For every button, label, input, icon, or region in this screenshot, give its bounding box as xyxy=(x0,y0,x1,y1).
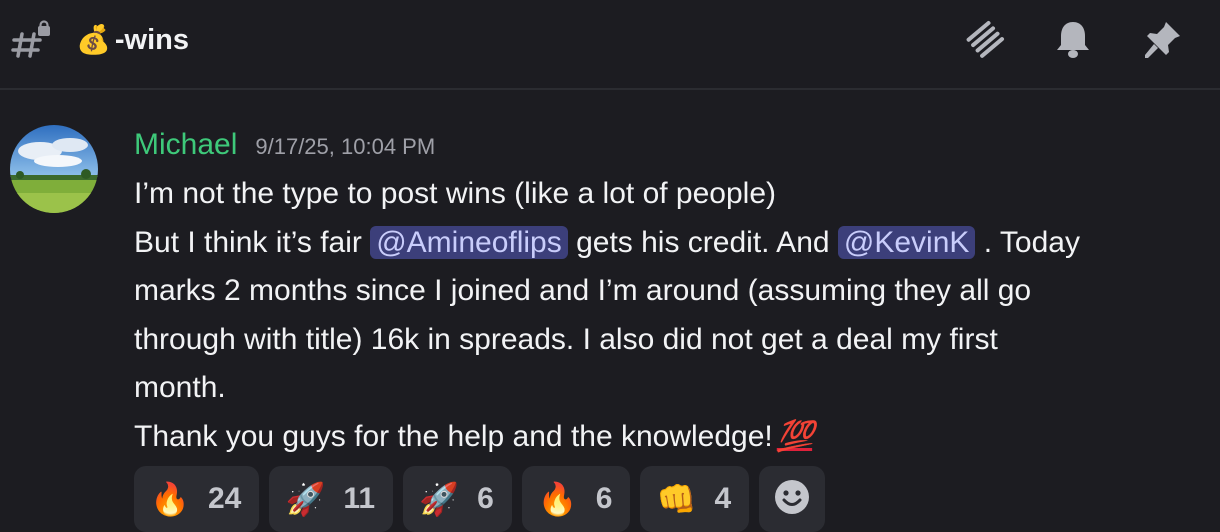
message-line: through with title) 16k in spreads. I al… xyxy=(134,322,998,356)
rocket-icon: 🚀 xyxy=(285,481,326,517)
avatar[interactable] xyxy=(10,125,98,213)
message-line: marks 2 months since I joined and I’m ar… xyxy=(134,274,1032,307)
fire-icon: 🔥 xyxy=(150,481,190,517)
reaction-count: 6 xyxy=(477,482,494,515)
message-line: I’m not the type to post wins (like a lo… xyxy=(134,177,776,210)
pinned-messages-button[interactable] xyxy=(1140,18,1186,64)
reaction-count: 6 xyxy=(595,482,613,515)
reaction-count: 4 xyxy=(714,482,732,515)
reactions-bar: 🔥 24 🚀 11 🚀 6 🔥 6 👊 4 xyxy=(134,466,835,532)
message-line: month. xyxy=(134,371,226,404)
channel-name: -wins xyxy=(114,23,189,56)
reaction-count: 24 xyxy=(208,482,242,515)
channel-title[interactable]: 💰 -wins xyxy=(76,18,189,62)
notification-settings-button[interactable] xyxy=(1050,18,1096,64)
message-line: But I think it’s fair @Amineoflips gets … xyxy=(134,219,1204,268)
reaction-rocket[interactable]: 🚀 11 xyxy=(269,466,394,532)
reaction-rocket-alt[interactable]: 🚀 6 xyxy=(403,466,512,532)
message-text: . Today xyxy=(975,225,1080,259)
bell-icon xyxy=(1053,18,1093,65)
pin-icon xyxy=(1142,18,1184,65)
hundred-points-icon: 💯 xyxy=(776,419,814,453)
message-line: Thank you guys for the help and the know… xyxy=(134,413,1204,462)
message-text: But I think it’s fair xyxy=(134,225,371,259)
rocket-icon: 🚀 xyxy=(419,481,460,517)
message-timestamp[interactable]: 9/17/25, 10:04 PM xyxy=(255,134,435,160)
fire-icon: 🔥 xyxy=(537,481,578,517)
author-name[interactable]: Michael xyxy=(134,128,237,162)
locked-hashtag-icon xyxy=(10,20,54,60)
user-mention[interactable]: @Amineoflips xyxy=(370,225,568,259)
reaction-fire[interactable]: 🔥 24 xyxy=(134,466,260,532)
reaction-fist[interactable]: 👊 4 xyxy=(640,466,750,532)
message-text: Thank you guys for the help and the know… xyxy=(134,419,773,453)
message-text: gets his credit. And xyxy=(567,225,838,259)
add-reaction-button[interactable] xyxy=(759,466,826,532)
money-bag-icon: 💰 xyxy=(76,24,111,55)
threads-button[interactable] xyxy=(962,18,1008,64)
message-header: Michael 9/17/25, 10:04 PM xyxy=(134,128,435,164)
user-mention[interactable]: @KevinK xyxy=(837,225,976,259)
threads-icon xyxy=(964,18,1006,65)
reaction-fire-alt[interactable]: 🔥 6 xyxy=(521,466,631,532)
fist-icon: 👊 xyxy=(656,481,697,517)
reaction-count: 11 xyxy=(343,482,376,515)
channel-header: 💰 -wins xyxy=(0,0,1220,90)
message-content: I’m not the type to post wins (like a lo… xyxy=(134,170,1204,461)
smiley-icon xyxy=(773,478,811,521)
